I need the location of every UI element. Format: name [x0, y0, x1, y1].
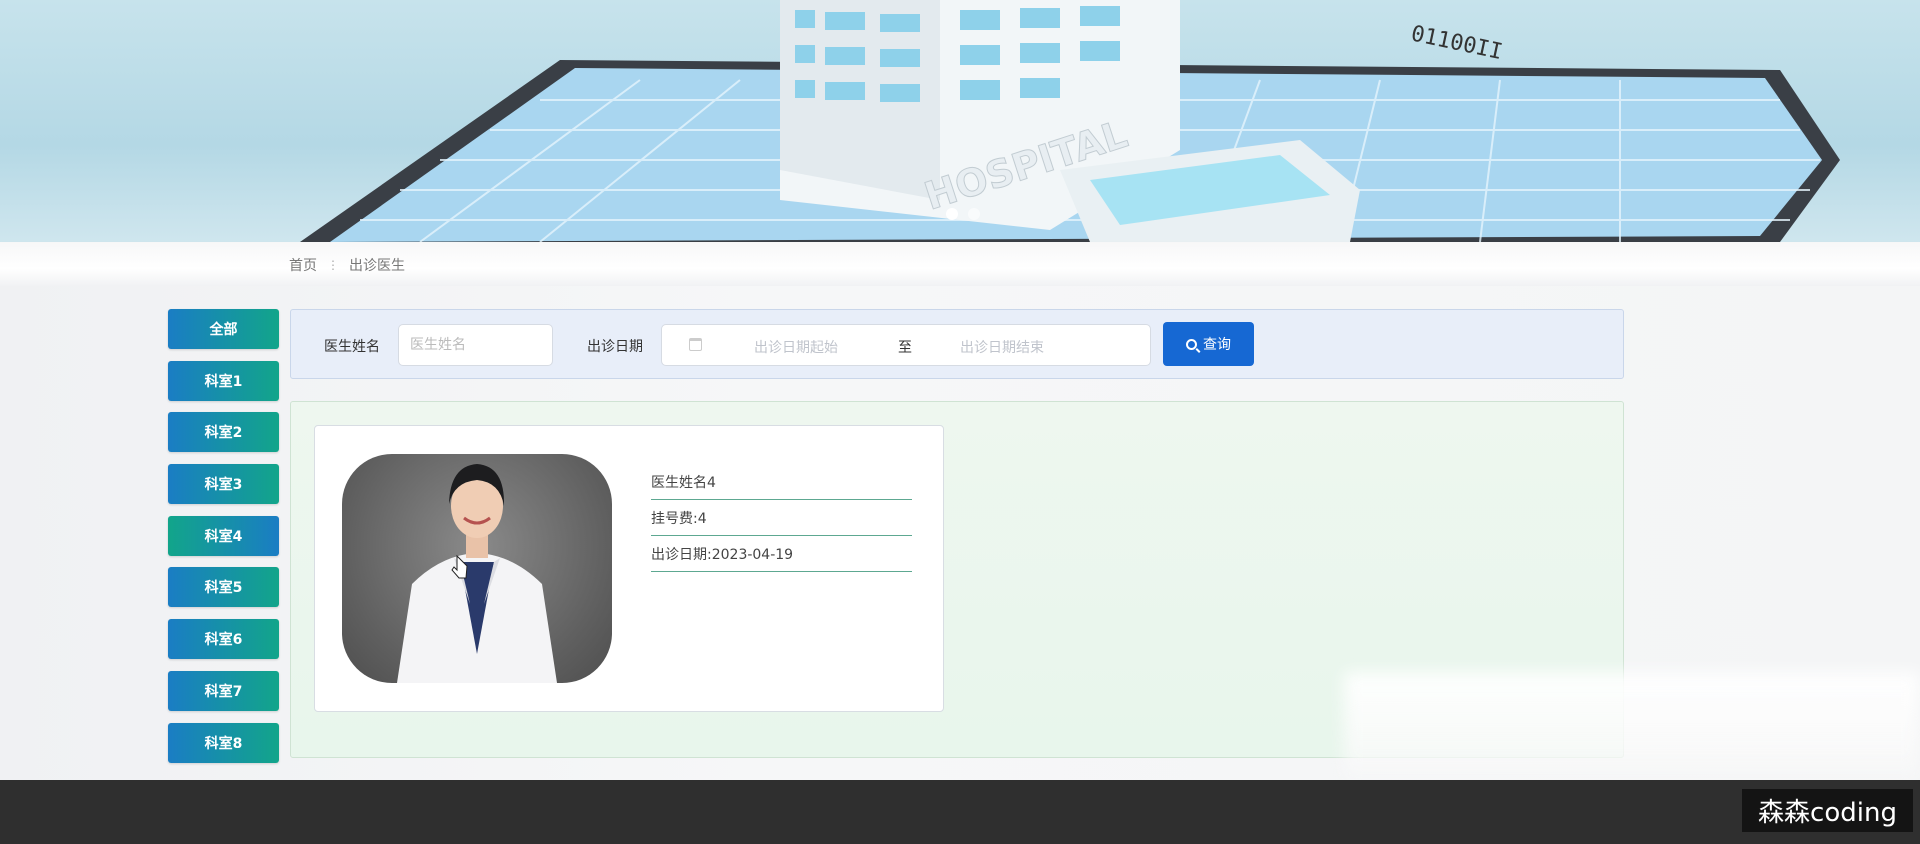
date-range-separator: 至 [898, 340, 912, 356]
category-dept3-button[interactable]: 科室3 [168, 464, 279, 505]
doctor-visit-date: 出诊日期:2023-04-19 [651, 536, 912, 572]
banner-dot-active[interactable] [946, 208, 958, 220]
watermark: 森森coding [1742, 789, 1913, 832]
category-dept5-button[interactable]: 科室5 [168, 567, 279, 608]
banner-dot[interactable] [968, 208, 980, 220]
doctor-info: 医生姓名4 挂号费:4 出诊日期:2023-04-19 [651, 464, 912, 572]
category-dept2-button[interactable]: 科室2 [168, 412, 279, 453]
category-dept8-button[interactable]: 科室8 [168, 722, 279, 763]
date-end-input[interactable]: 出诊日期结束 [960, 337, 1044, 357]
doctor-name-input[interactable] [398, 324, 553, 366]
doctor-photo [342, 454, 612, 683]
visit-date-range-picker[interactable]: 出诊日期起始 至 出诊日期结束 [661, 324, 1151, 366]
breadcrumb-current: 出诊医生 [349, 258, 405, 274]
overlay-glare [1344, 672, 1920, 792]
svg-text:01100II: 01100II [1409, 21, 1505, 65]
doctor-fee: 挂号费:4 [651, 500, 912, 536]
hero-banner: HOSPITAL 01100II [0, 0, 1920, 242]
category-dept6-button[interactable]: 科室6 [168, 619, 279, 660]
category-all-button[interactable]: 全部 [168, 309, 279, 349]
calendar-icon [689, 338, 702, 351]
hospital-illustration: HOSPITAL 01100II [300, 0, 1840, 242]
query-button[interactable]: 查询 [1163, 322, 1254, 366]
doctor-card[interactable]: 医生姓名4 挂号费:4 出诊日期:2023-04-19 [314, 425, 944, 712]
doctor-name: 医生姓名4 [651, 464, 912, 500]
doctor-name-label: 医生姓名 [324, 339, 380, 355]
breadcrumb-home-link[interactable]: 首页 [289, 255, 317, 275]
department-sidebar: 全部 科室1 科室2 科室3 科室4 科室5 科室6 科室7 科室8 [168, 309, 279, 774]
date-start-input[interactable]: 出诊日期起始 [754, 337, 838, 357]
footer [0, 780, 1920, 844]
breadcrumb-separator: ⋮ [327, 258, 339, 272]
search-form: 医生姓名 出诊日期 出诊日期起始 至 出诊日期结束 查询 [290, 309, 1624, 379]
breadcrumb: 首页 ⋮ 出诊医生 [289, 255, 405, 275]
banner-pagination [946, 208, 980, 220]
visit-date-label: 出诊日期 [587, 339, 643, 355]
category-dept7-button[interactable]: 科室7 [168, 670, 279, 711]
search-icon [1186, 338, 1197, 350]
query-button-label: 查询 [1203, 337, 1231, 353]
category-dept1-button[interactable]: 科室1 [168, 360, 279, 401]
breadcrumb-bar: 首页 ⋮ 出诊医生 [0, 242, 1920, 286]
category-dept4-button[interactable]: 科室4 [168, 515, 279, 556]
